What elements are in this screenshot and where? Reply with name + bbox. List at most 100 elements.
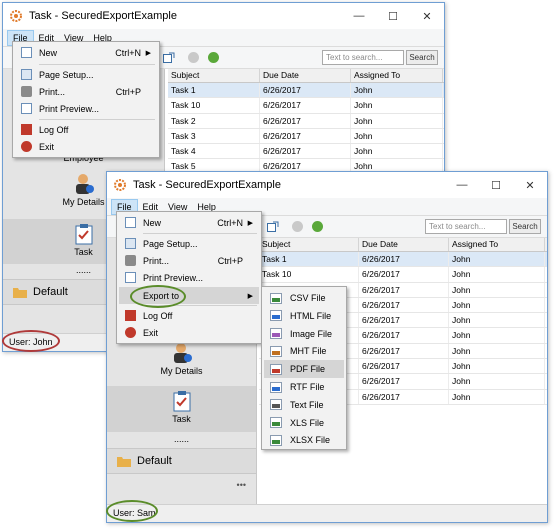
table-row[interactable]: Task 10 6/26/2017 John (168, 98, 444, 114)
export-item-csv-file[interactable]: CSV File (264, 289, 344, 307)
file-type-icon (270, 399, 282, 411)
search-button[interactable]: Search (509, 219, 541, 234)
menu-item-page-setup[interactable]: Page Setup... (119, 235, 259, 252)
table-cell: John (449, 374, 545, 389)
table-cell: Task 3 (168, 128, 260, 144)
col-subject[interactable]: Subject (168, 69, 260, 82)
close-button[interactable]: ✕ (513, 172, 547, 198)
col-assigned-to[interactable]: Assigned To (449, 238, 545, 251)
nav-task[interactable]: Task (107, 386, 256, 432)
table-cell: 6/26/2017 (260, 144, 351, 159)
menu-item-print-preview[interactable]: Print Preview... (15, 100, 157, 117)
export-item-xls-file[interactable]: XLS File (264, 414, 344, 432)
file-type-icon (270, 328, 282, 340)
menu-item-page-setup[interactable]: Page Setup... (15, 66, 157, 83)
table-row[interactable]: Task 1 6/26/2017 John (168, 83, 444, 99)
table-cell: John (449, 359, 545, 374)
table-cell: 6/26/2017 (359, 267, 449, 282)
table-cell: 6/26/2017 (359, 328, 449, 343)
file-type-icon (270, 434, 282, 446)
table-cell: John (351, 113, 443, 128)
title-bar: Task - SecuredExportExample — ☐ ✕ (107, 172, 547, 198)
table-row[interactable]: Task 1 6/26/2017 John (259, 252, 547, 268)
menu-item-print[interactable]: Print... Ctrl+P (119, 252, 259, 269)
table-row[interactable]: Task 26/26/2017John (168, 113, 444, 129)
table-row[interactable]: Task 46/26/2017John (168, 144, 444, 160)
table-cell: John (351, 128, 443, 144)
close-button[interactable]: ✕ (410, 3, 444, 29)
grid-header: Subject Due Date Assigned To (259, 238, 547, 252)
minimize-button[interactable]: — (342, 3, 376, 29)
table-cell: 6/26/2017 (359, 343, 449, 359)
back-circle-icon[interactable] (188, 52, 199, 63)
back-circle-icon[interactable] (292, 221, 303, 232)
table-row[interactable]: Task 36/26/2017John (168, 128, 444, 145)
export-highlight-ellipse (130, 285, 186, 308)
col-due-date[interactable]: Due Date (260, 69, 351, 82)
menu-item-new[interactable]: New Ctrl+N ▶ (119, 214, 259, 231)
menu-item-log-off[interactable]: Log Off (119, 307, 259, 324)
col-subject[interactable]: Subject (259, 238, 359, 251)
nav-group-default[interactable]: Default (107, 448, 256, 474)
window-title: Task - SecuredExportExample (133, 179, 281, 191)
export-item-label: Text File (290, 399, 324, 410)
menu-item-log-off[interactable]: Log Off (15, 121, 157, 138)
export-item-mht-file[interactable]: MHT File (264, 342, 344, 360)
table-cell: John (449, 328, 545, 343)
export-toolbar-icon[interactable] (267, 221, 279, 232)
separator (39, 64, 155, 65)
menu-item-print-preview[interactable]: Print Preview... (119, 269, 259, 286)
separator (39, 119, 155, 120)
refresh-green-icon[interactable] (208, 52, 219, 63)
table-row[interactable]: Task 10 6/26/2017 John (259, 267, 547, 283)
export-item-html-file[interactable]: HTML File (264, 307, 344, 325)
export-submenu: CSV File HTML File Image File MHT File PDF F… (261, 286, 347, 450)
log-off-icon (20, 124, 32, 135)
maximize-button[interactable]: ☐ (479, 172, 513, 198)
table-cell: 6/26/2017 (359, 282, 449, 297)
nav-default-label: Default (137, 455, 172, 467)
table-cell: Task 10 (259, 267, 359, 282)
export-item-label: MHT File (290, 346, 327, 357)
export-item-label: CSV File (290, 293, 326, 303)
grid-body: Task 16/26/2017JohnTask 106/26/2017JohnT… (168, 83, 444, 175)
file-type-icon (270, 310, 282, 322)
menu-item-new[interactable]: New Ctrl+N ▶ (15, 44, 157, 61)
export-toolbar-icon[interactable] (163, 52, 175, 63)
search-input[interactable]: Text to search... (322, 50, 404, 65)
search-input[interactable]: Text to search... (425, 219, 507, 234)
folder-icon (13, 287, 27, 298)
export-item-xlsx-file[interactable]: XLSX File (264, 431, 344, 449)
col-assigned-to[interactable]: Assigned To (351, 69, 443, 82)
folder-icon (117, 456, 131, 467)
export-item-text-file[interactable]: Text File (264, 396, 344, 414)
log-off-icon (124, 310, 136, 321)
page-setup-icon (124, 238, 136, 249)
menu-item-exit[interactable]: Exit (119, 324, 259, 341)
export-item-pdf-file[interactable]: PDF File (264, 360, 344, 379)
export-item-image-file[interactable]: Image File (264, 325, 344, 343)
status-highlight-ellipse (106, 500, 158, 522)
refresh-green-icon[interactable] (312, 221, 323, 232)
table-cell: John (351, 144, 443, 159)
minimize-button[interactable]: — (445, 172, 479, 198)
export-item-rtf-file[interactable]: RTF File (264, 378, 344, 396)
export-item-label: HTML File (290, 310, 332, 321)
nav-my-details[interactable]: My Details (107, 342, 256, 382)
window-title: Task - SecuredExportExample (29, 10, 177, 22)
nav-more-button[interactable]: ••• (237, 480, 246, 490)
table-cell: 6/26/2017 (359, 374, 449, 389)
export-item-label: XLSX File (290, 435, 331, 446)
export-item-label: PDF File (290, 364, 326, 375)
exit-power-icon (20, 141, 32, 152)
menu-item-print[interactable]: Print... Ctrl+P (15, 83, 157, 100)
printer-icon (20, 86, 32, 97)
clipboard-task-icon (75, 224, 92, 245)
maximize-button[interactable]: ☐ (376, 3, 410, 29)
exit-power-icon (124, 327, 136, 338)
table-cell: 6/26/2017 (260, 113, 351, 128)
col-due-date[interactable]: Due Date (359, 238, 449, 251)
search-button[interactable]: Search (406, 50, 438, 65)
menu-item-exit[interactable]: Exit (15, 138, 157, 155)
table-cell: John (449, 252, 545, 267)
